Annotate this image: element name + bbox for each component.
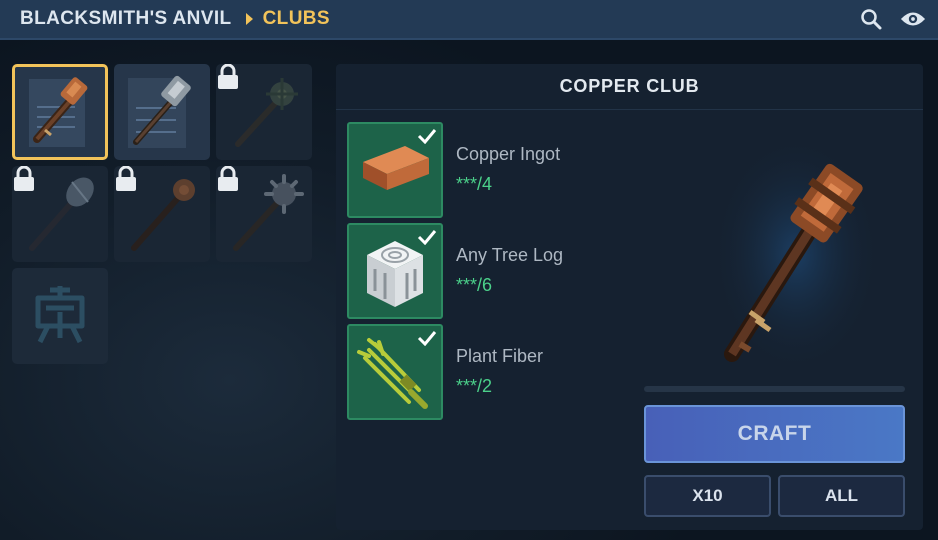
craft-x10-button[interactable]: X10 [644,475,771,517]
recipe-slot-spiked-club[interactable] [216,64,312,160]
iron-club-icon [133,75,191,145]
ingredient-row[interactable]: Any Tree Log ***/6 [347,223,647,319]
checkmark-icon [417,331,437,346]
item-preview [676,124,916,394]
recipe-slot-unknown[interactable] [12,268,108,364]
ingredient-row[interactable]: Copper Ingot ***/4 [347,122,647,218]
ingredient-quantity: ***/6 [456,275,493,295]
search-button[interactable] [858,6,884,32]
breadcrumb: BLACKSMITH'S ANVIL CLUBS [0,0,330,39]
ingredient-row[interactable]: Plant Fiber ***/2 [347,324,647,420]
lock-icon [218,64,238,89]
ingredient-icon-frame [347,324,443,420]
recipe-title: COPPER CLUB [336,64,923,110]
recipe-detail-panel: COPPER CLUB Copper Ingot ***/4 Any Tree … [336,64,923,530]
header-bar: BLACKSMITH'S ANVIL CLUBS [0,0,938,40]
eye-icon [900,12,926,26]
lock-icon [218,166,238,191]
recipe-slot-wooden-club[interactable] [114,166,210,262]
visibility-toggle-button[interactable] [900,6,926,32]
ingredient-quantity: ***/4 [456,174,493,194]
lock-icon [14,166,34,191]
craft-button[interactable]: CRAFT [644,405,905,463]
recipe-slot-copper-club[interactable] [12,64,108,160]
search-icon [861,9,882,30]
craft-all-button[interactable]: ALL [778,475,905,517]
recipe-slot-iron-club[interactable] [114,64,210,160]
checkmark-icon [417,129,437,144]
breadcrumb-chevron-icon [245,13,253,25]
anvil-crafting-screen: BLACKSMITH'S ANVIL CLUBS COPPER CLUB Cop… [0,0,938,540]
ingredient-quantity: ***/2 [456,376,493,396]
recipe-slot-morning-star[interactable] [216,166,312,262]
ingredient-icon-frame [347,223,443,319]
recipe-slot-iron-mace[interactable] [12,166,108,262]
ingredient-name: Copper Ingot [456,144,561,164]
copper-club-icon [711,134,881,374]
checkmark-icon [417,230,437,245]
breadcrumb-station[interactable]: BLACKSMITH'S ANVIL [20,8,232,30]
copper-club-icon [33,77,88,143]
ingredient-icon-frame [347,122,443,218]
craft-progress-bar [644,386,905,392]
ingredient-name: Any Tree Log [456,245,564,265]
ingredient-name: Plant Fiber [456,346,544,366]
breadcrumb-category: CLUBS [262,8,331,29]
lock-icon [116,166,136,191]
rune-emblem-icon [35,286,85,344]
